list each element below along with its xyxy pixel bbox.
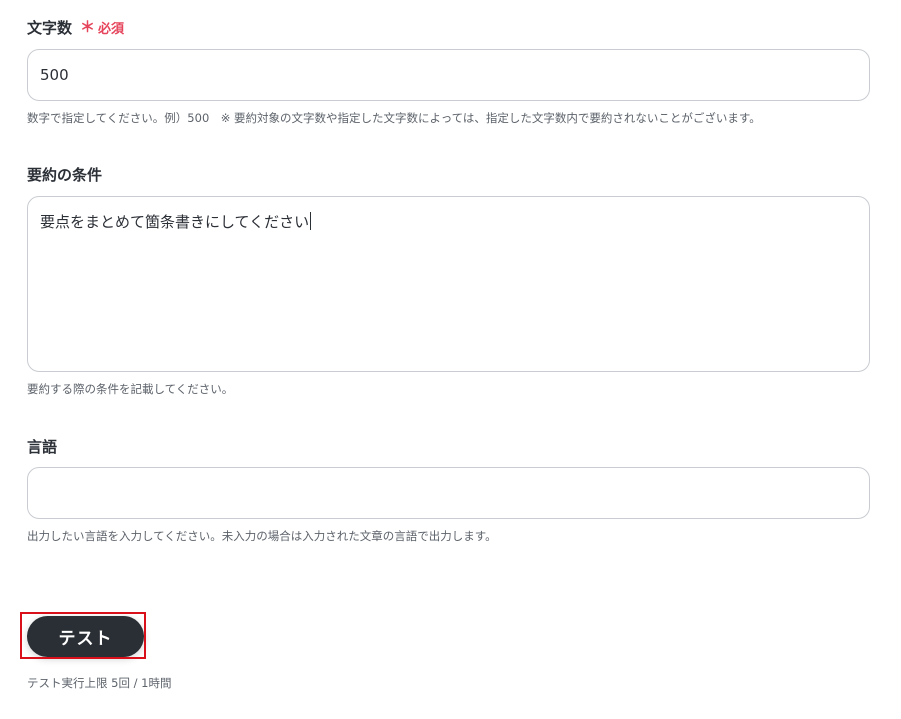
required-text: 必須 xyxy=(98,22,125,37)
required-asterisk-icon: ＊ xyxy=(80,18,96,36)
test-limit-note: テスト実行上限 5回 / 1時間 xyxy=(27,676,172,690)
char-count-input[interactable]: 500 xyxy=(27,49,870,101)
conditions-textarea[interactable]: 要点をまとめて箇条書きにしてください xyxy=(27,196,870,372)
char-count-label: 文字数 ＊ 必須 xyxy=(27,17,124,38)
language-label: 言語 xyxy=(27,436,57,457)
conditions-help: 要約する際の条件を記載してください。 xyxy=(27,382,234,396)
char-count-help: 数字で指定してください。例）500 ※ 要約対象の文字数や指定した文字数によって… xyxy=(27,111,761,125)
highlight-box xyxy=(20,612,146,659)
required-badge: ＊ 必須 xyxy=(80,18,125,38)
conditions-label: 要約の条件 xyxy=(27,164,102,185)
text-cursor xyxy=(310,212,312,230)
language-help: 出力したい言語を入力してください。未入力の場合は入力された文章の言語で出力します… xyxy=(27,529,497,543)
form-page: 文字数 ＊ 必須 500 数字で指定してください。例）500 ※ 要約対象の文字… xyxy=(0,0,901,719)
conditions-value: 要点をまとめて箇条書きにしてください xyxy=(40,213,310,231)
language-input[interactable] xyxy=(27,467,870,519)
conditions-label-text: 要約の条件 xyxy=(27,166,103,184)
language-label-text: 言語 xyxy=(27,438,58,456)
char-count-label-text: 文字数 xyxy=(27,19,73,37)
char-count-value: 500 xyxy=(40,66,69,84)
